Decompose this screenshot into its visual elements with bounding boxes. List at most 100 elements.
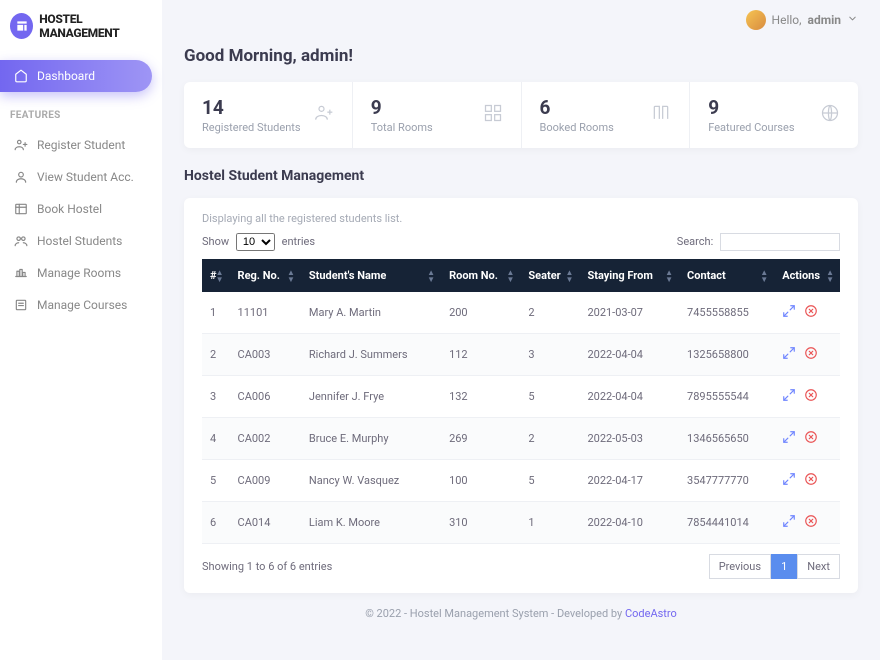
footer-link[interactable]: CodeAstro — [625, 607, 677, 620]
column-header[interactable]: Contact▲▼ — [679, 259, 774, 292]
cell-contact: 7455558855 — [679, 292, 774, 334]
cell-idx: 2 — [202, 334, 230, 376]
sidebar-item[interactable]: Hostel Students — [0, 225, 162, 257]
table-info: Showing 1 to 6 of 6 entries — [202, 560, 332, 573]
expand-icon[interactable] — [782, 304, 796, 321]
cell-room: 112 — [441, 334, 520, 376]
column-header[interactable]: #▲▼ — [202, 259, 230, 292]
sidebar-item[interactable]: Manage Rooms — [0, 257, 162, 289]
cell-reg: 11101 — [230, 292, 301, 334]
delete-icon[interactable] — [804, 388, 818, 405]
user-plus-icon — [14, 138, 28, 152]
cell-reg: CA002 — [230, 418, 301, 460]
bed-icon — [14, 266, 28, 280]
sidebar-item-label: Book Hostel — [37, 202, 102, 216]
students-table: #▲▼Reg. No.▲▼Student's Name▲▼Room No.▲▼S… — [202, 259, 840, 544]
cell-name: Bruce E. Murphy — [301, 418, 441, 460]
sort-icon: ▲▼ — [216, 269, 224, 283]
sidebar: HOSTEL MANAGEMENT Dashboard FEATURES Reg… — [0, 0, 162, 660]
cell-idx: 1 — [202, 292, 230, 334]
table-row: 3CA006Jennifer J. Frye13252022-04-047895… — [202, 376, 840, 418]
sidebar-item[interactable]: Book Hostel — [0, 193, 162, 225]
cell-name: Richard J. Summers — [301, 334, 441, 376]
cell-actions — [774, 460, 840, 502]
delete-icon[interactable] — [804, 304, 818, 321]
column-header[interactable]: Room No.▲▼ — [441, 259, 520, 292]
show-label: Show — [202, 235, 229, 248]
cell-seater: 3 — [520, 334, 579, 376]
column-header[interactable]: Reg. No.▲▼ — [230, 259, 301, 292]
sidebar-item-dashboard[interactable]: Dashboard — [0, 60, 152, 92]
delete-icon[interactable] — [804, 430, 818, 447]
expand-icon[interactable] — [782, 472, 796, 489]
delete-icon[interactable] — [804, 472, 818, 489]
expand-icon[interactable] — [782, 346, 796, 363]
users-icon — [14, 234, 28, 248]
chevron-down-icon[interactable] — [847, 13, 858, 27]
search-control: Search: — [677, 233, 840, 251]
grid-icon — [483, 103, 503, 127]
page-size-select[interactable]: 10 — [236, 233, 275, 251]
cell-reg: CA006 — [230, 376, 301, 418]
cell-room: 310 — [441, 502, 520, 544]
sidebar-item-label: View Student Acc. — [37, 170, 134, 184]
page-button-1[interactable]: 1 — [771, 554, 797, 579]
stat-card: 9Featured Courses — [690, 82, 858, 148]
cell-actions — [774, 334, 840, 376]
expand-icon[interactable] — [782, 514, 796, 531]
delete-icon[interactable] — [804, 346, 818, 363]
expand-icon[interactable] — [782, 430, 796, 447]
sidebar-item[interactable]: Manage Courses — [0, 289, 162, 321]
stat-card: 6Booked Rooms — [522, 82, 691, 148]
sidebar-item-label: Manage Courses — [37, 298, 127, 312]
search-input[interactable] — [720, 233, 840, 251]
sort-icon: ▲▼ — [760, 269, 768, 283]
stat-value: 9 — [371, 96, 433, 119]
card-subtitle: Displaying all the registered students l… — [202, 212, 840, 225]
stat-label: Registered Students — [202, 121, 301, 134]
search-label: Search: — [677, 235, 713, 248]
cell-room: 200 — [441, 292, 520, 334]
sidebar-item[interactable]: View Student Acc. — [0, 161, 162, 193]
cell-from: 2022-05-03 — [579, 418, 679, 460]
cell-actions — [774, 376, 840, 418]
table-row: 4CA002Bruce E. Murphy26922022-05-0313465… — [202, 418, 840, 460]
app-logo[interactable]: HOSTEL MANAGEMENT — [0, 0, 162, 52]
cell-idx: 3 — [202, 376, 230, 418]
column-header[interactable]: Student's Name▲▼ — [301, 259, 441, 292]
grid-icon — [14, 202, 28, 216]
next-button[interactable]: Next — [797, 554, 840, 579]
sidebar-section-header: FEATURES — [0, 92, 162, 129]
stat-label: Total Rooms — [371, 121, 433, 134]
user-plus-icon — [314, 103, 334, 127]
entries-label: entries — [282, 235, 315, 248]
sidebar-item-label: Dashboard — [37, 69, 95, 83]
cell-contact: 7895555544 — [679, 376, 774, 418]
expand-icon[interactable] — [782, 388, 796, 405]
column-header[interactable]: Seater▲▼ — [520, 259, 579, 292]
cell-room: 100 — [441, 460, 520, 502]
cell-seater: 2 — [520, 292, 579, 334]
sort-icon: ▲▼ — [287, 269, 295, 283]
sidebar-item[interactable]: Register Student — [0, 129, 162, 161]
topbar-greeting: Hello, — [772, 13, 802, 27]
cell-name: Liam K. Moore — [301, 502, 441, 544]
table-row: 111101Mary A. Martin20022021-03-07745555… — [202, 292, 840, 334]
table-row: 6CA014Liam K. Moore31012022-04-107854441… — [202, 502, 840, 544]
stat-card: 9 Total Rooms — [353, 82, 522, 148]
cell-reg: CA014 — [230, 502, 301, 544]
prev-button[interactable]: Previous — [709, 554, 771, 579]
stat-label: Featured Courses — [708, 121, 794, 134]
column-header[interactable]: Staying From▲▼ — [579, 259, 679, 292]
home-icon — [14, 69, 28, 83]
delete-icon[interactable] — [804, 514, 818, 531]
stat-value: 14 — [202, 96, 301, 119]
table-row: 5CA009Nancy W. Vasquez10052022-04-173547… — [202, 460, 840, 502]
page-greeting: Good Morning, admin! — [184, 46, 858, 66]
cell-from: 2022-04-04 — [579, 334, 679, 376]
cell-from: 2022-04-17 — [579, 460, 679, 502]
cell-contact: 3547777770 — [679, 460, 774, 502]
column-header[interactable]: Actions▲▼ — [774, 259, 840, 292]
avatar[interactable] — [746, 10, 766, 30]
app-name: HOSTEL MANAGEMENT — [39, 12, 152, 40]
